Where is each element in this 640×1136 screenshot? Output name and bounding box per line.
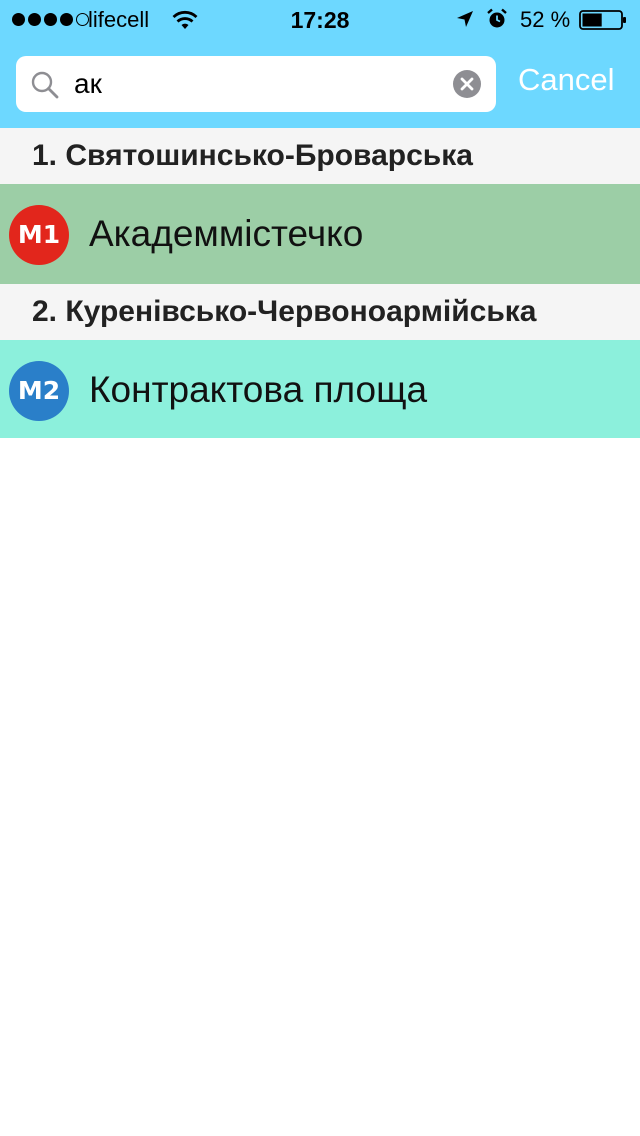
section-title: 1. Святошинсько-Броварська <box>32 139 473 172</box>
station-name: Академмістечко <box>89 213 364 254</box>
section-header-line-2: 2. Куренівсько-Червоноармійська <box>0 284 640 340</box>
search-icon <box>31 71 59 99</box>
line-m2-badge: M2 <box>9 361 69 421</box>
cancel-button[interactable]: Cancel <box>518 62 615 98</box>
station-name: Контрактова площа <box>89 369 428 410</box>
battery-percent: 52 % <box>520 7 571 32</box>
section-header-line-1: 1. Святошинсько-Броварська <box>0 128 640 184</box>
search-field[interactable]: ак <box>16 56 496 112</box>
station-row-kontraktova-ploshcha[interactable]: M2 Контрактова площа <box>0 340 640 438</box>
status-bar: lifecell 17:28 52 % <box>0 0 640 40</box>
screen: lifecell 17:28 52 % ак Cancel 1. Святоши… <box>0 0 640 1136</box>
alarm-icon <box>487 8 507 28</box>
location-arrow-icon <box>457 11 473 27</box>
line-m1-badge: M1 <box>9 205 69 265</box>
station-row-akademmistechko[interactable]: M1 Академмістечко <box>0 184 640 284</box>
search-input[interactable]: ак <box>74 68 102 100</box>
battery-icon <box>579 10 626 30</box>
section-title: 2. Куренівсько-Червоноармійська <box>32 295 537 328</box>
clear-search-icon[interactable] <box>452 69 482 99</box>
navigation-header: lifecell 17:28 52 % ак Cancel <box>0 0 640 128</box>
